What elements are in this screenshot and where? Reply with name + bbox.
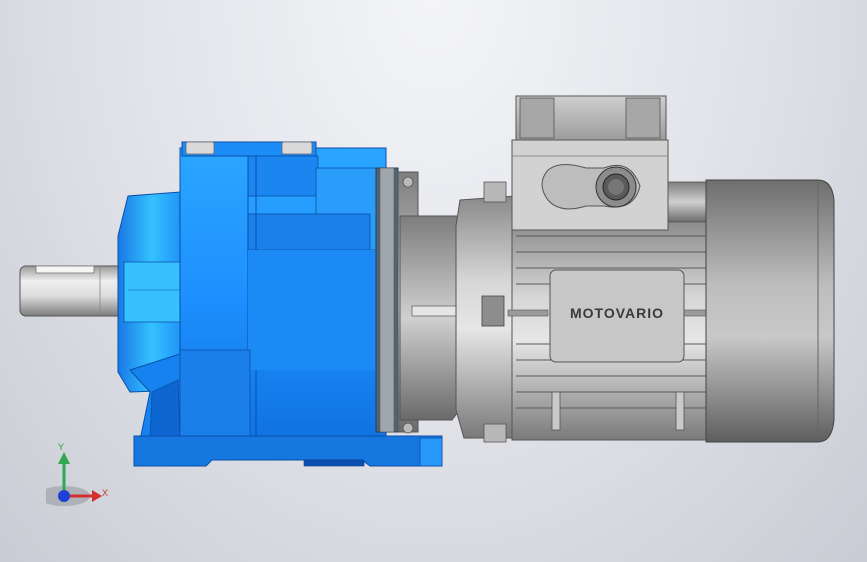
- reference-triad: Y X: [38, 436, 116, 508]
- terminal-box: [511, 95, 669, 231]
- y-axis-label: Y: [58, 442, 65, 452]
- z-axis-icon: [58, 490, 70, 502]
- gearmotor-model[interactable]: MOTOVARIO: [0, 0, 867, 562]
- nameplate-text: MOTOVARIO: [570, 305, 664, 321]
- gearbox-housing: [117, 141, 443, 467]
- graphics-viewport[interactable]: MOTOVARIO Y X: [0, 0, 867, 562]
- x-axis-label: X: [102, 488, 109, 498]
- output-shaft: [19, 265, 125, 317]
